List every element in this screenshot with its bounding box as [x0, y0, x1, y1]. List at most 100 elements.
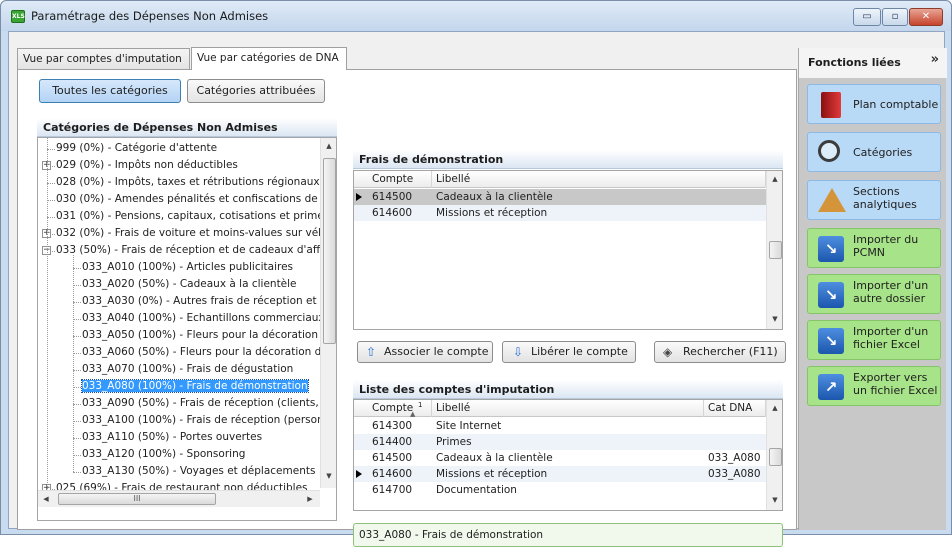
tree-item[interactable]: 033_A020 (50%) - Cadeaux à la clientèle — [82, 276, 297, 293]
column-label: Compte — [372, 402, 414, 414]
export-excel-button[interactable]: ↗ Exporter vers un fichier Excel — [807, 366, 941, 406]
associate-account-button[interactable]: ⇧ Associer le compte — [357, 341, 493, 363]
panel-title: Fonctions liées — [808, 56, 901, 69]
tree-item[interactable]: 033_A040 (100%) - Echantillons commercia… — [82, 310, 325, 327]
scroll-thumb[interactable] — [769, 241, 782, 259]
selected-category-status: 033_A080 - Frais de démonstration — [353, 523, 783, 547]
table-row[interactable]: 614500 Cadeaux à la clientèle 033_A080 — [354, 450, 766, 466]
book-icon — [821, 92, 841, 118]
tree-item[interactable]: 033_A010 (100%) - Articles publicitaires — [82, 259, 293, 276]
accounts-list-grid[interactable]: Compte 1 ▲ Libellé Cat DNA 614300 Site In… — [353, 399, 783, 511]
client-area: Vue par comptes d'imputation Vue par cat… — [8, 31, 947, 547]
table-row[interactable]: 614500 Cadeaux à la clientèle — [354, 189, 766, 205]
accounts-list-header: Compte 1 ▲ Libellé Cat DNA — [354, 400, 766, 418]
cell-cat: 033_A080 — [708, 452, 761, 464]
collapse-icon[interactable]: » — [931, 48, 939, 72]
tree-item[interactable]: 033_A060 (50%) - Fleurs pour la décorati… — [82, 344, 331, 361]
table-row[interactable]: 614600 Missions et réception 033_A080 — [354, 466, 766, 482]
scroll-thumb[interactable] — [769, 448, 782, 466]
pyramid-icon — [818, 188, 846, 212]
scroll-down-icon[interactable]: ▼ — [321, 468, 336, 484]
tree-item-label: 033_A060 (50%) - Fleurs pour la décorati… — [82, 346, 331, 358]
column-header-cat-dna[interactable]: Cat DNA — [704, 400, 766, 417]
tree-item[interactable]: 030 (0%) - Amendes pénalités et confisca… — [56, 191, 325, 208]
table-row[interactable]: 614400 Primes — [354, 434, 766, 450]
tree-connector — [47, 217, 55, 218]
tree-vertical-scrollbar[interactable]: ▲ ▼ — [320, 138, 336, 488]
scroll-up-icon[interactable]: ▲ — [321, 138, 336, 154]
scroll-up-icon[interactable]: ▲ — [767, 171, 782, 187]
tree-item[interactable]: 033_A120 (100%) - Sponsoring — [82, 446, 245, 463]
tree-item[interactable]: 033 (50%) - Frais de réception et de cad… — [56, 242, 327, 259]
search-button[interactable]: ◈ Rechercher (F11) — [654, 341, 786, 363]
accounts-list-scrollbar[interactable]: ▲ ▼ — [766, 400, 782, 510]
table-row[interactable]: 614700 Documentation — [354, 482, 766, 498]
cell-cat: 033_A080 — [708, 468, 761, 480]
binoculars-icon: ◈ — [663, 345, 673, 359]
scroll-up-icon[interactable]: ▲ — [767, 400, 782, 416]
column-header-libelle[interactable]: Libellé — [432, 171, 766, 188]
tree-item[interactable]: 033_A100 (100%) - Frais de réception (pe… — [82, 412, 328, 429]
search-label: Rechercher (F11) — [683, 345, 778, 358]
categories-tree[interactable]: 999 (0%) - Catégorie d'attente 029 (0%) -… — [37, 137, 337, 521]
tree-item-label: 033_A050 (100%) - Fleurs pour la décorat… — [82, 329, 329, 341]
spreadsheet-icon: XLS — [11, 10, 25, 23]
close-button[interactable]: ✕ — [909, 8, 943, 26]
import-excel-button[interactable]: ↘ Importer d'un fichier Excel — [807, 320, 941, 360]
scroll-down-icon[interactable]: ▼ — [767, 311, 782, 327]
maximize-button[interactable]: ▫ — [882, 8, 908, 26]
tree-item[interactable]: 033_A030 (0%) - Autres frais de réceptio… — [82, 293, 333, 310]
import-pcmn-button[interactable]: ↘ Importer du PCMN — [807, 228, 941, 268]
tree-item[interactable]: 033_A110 (50%) - Portes ouvertes — [82, 429, 262, 446]
button-label: Catégories — [853, 146, 913, 159]
current-row-icon — [356, 193, 362, 201]
column-header-compte[interactable]: Compte — [368, 171, 432, 188]
import-other-folder-button[interactable]: ↘ Importer d'un autre dossier — [807, 274, 941, 314]
tree-connector — [47, 200, 55, 201]
table-row[interactable]: 614600 Missions et réception — [354, 205, 766, 221]
tree-connector — [73, 472, 81, 473]
categories-button[interactable]: Catégories — [807, 132, 941, 172]
linked-accounts-scrollbar[interactable]: ▲ ▼ — [766, 171, 782, 329]
cell-libelle: Primes — [436, 436, 472, 448]
tree-horizontal-scrollbar[interactable]: ◀ III ▶ — [38, 490, 320, 507]
scroll-down-icon[interactable]: ▼ — [767, 492, 782, 508]
cell-compte: 614500 — [372, 191, 413, 203]
tree-item[interactable]: 033_A130 (50%) - Voyages et déplacements — [82, 463, 315, 480]
scroll-right-icon[interactable]: ▶ — [302, 491, 318, 507]
tree-item-label: 033_A010 (100%) - Articles publicitaires — [82, 261, 294, 273]
scroll-thumb[interactable] — [323, 158, 336, 344]
tree-item[interactable]: 033_A090 (50%) - Frais de réception (cli… — [82, 395, 329, 412]
tab-comptes-imputation[interactable]: Vue par comptes d'imputation — [17, 48, 190, 70]
tree-item[interactable]: 032 (0%) - Frais de voiture et moins-val… — [56, 225, 328, 242]
chart-of-accounts-button[interactable]: Plan comptable — [807, 84, 941, 124]
tree-item-label: 033 (50%) - Frais de réception et de cad… — [56, 244, 327, 256]
tab-page: Toutes les catégories Catégories attribu… — [17, 69, 797, 547]
table-row[interactable]: 614300 Site Internet — [354, 418, 766, 434]
cell-compte: 614400 — [372, 436, 413, 448]
minimize-button[interactable]: ▭ — [853, 8, 881, 26]
tree-connector — [73, 387, 81, 388]
tree-item-label: 033_A130 (50%) - Voyages et déplacements — [82, 465, 316, 477]
tree-item[interactable]: 033_A080 (100%) - Frais de démonstration — [81, 378, 309, 395]
column-header-libelle[interactable]: Libellé — [432, 400, 704, 417]
scroll-left-icon[interactable]: ◀ — [38, 491, 54, 507]
tree-item[interactable]: 033_A070 (100%) - Frais de dégustation — [82, 361, 293, 378]
release-account-button[interactable]: ⇩ Libérer le compte — [502, 341, 636, 363]
tab-categories-dna[interactable]: Vue par catégories de DNA — [191, 47, 347, 70]
tree-item[interactable]: 031 (0%) - Pensions, capitaux, cotisatio… — [56, 208, 329, 225]
linked-accounts-grid[interactable]: Compte Libellé 614500 Cadeaux à la clien… — [353, 170, 783, 330]
all-categories-button[interactable]: Toutes les catégories — [39, 79, 181, 103]
column-header-compte[interactable]: Compte 1 ▲ — [368, 400, 432, 418]
hscroll-thumb[interactable]: III — [58, 493, 216, 505]
analytic-sections-button[interactable]: Sections analytiques — [807, 180, 941, 220]
tree-item[interactable]: 028 (0%) - Impôts, taxes et rétributions… — [56, 174, 320, 191]
tree-connector — [73, 302, 81, 303]
tree-item[interactable]: 999 (0%) - Catégorie d'attente — [56, 140, 217, 157]
cell-libelle: Cadeaux à la clientèle — [436, 452, 553, 464]
tree-item[interactable]: 033_A050 (100%) - Fleurs pour la décorat… — [82, 327, 328, 344]
grip-icon: III — [133, 494, 141, 503]
tree-item[interactable]: 029 (0%) - Impôts non déductibles — [56, 157, 238, 174]
assigned-categories-button[interactable]: Catégories attribuées — [187, 79, 325, 103]
import-arrow-icon: ↘ — [818, 282, 844, 308]
